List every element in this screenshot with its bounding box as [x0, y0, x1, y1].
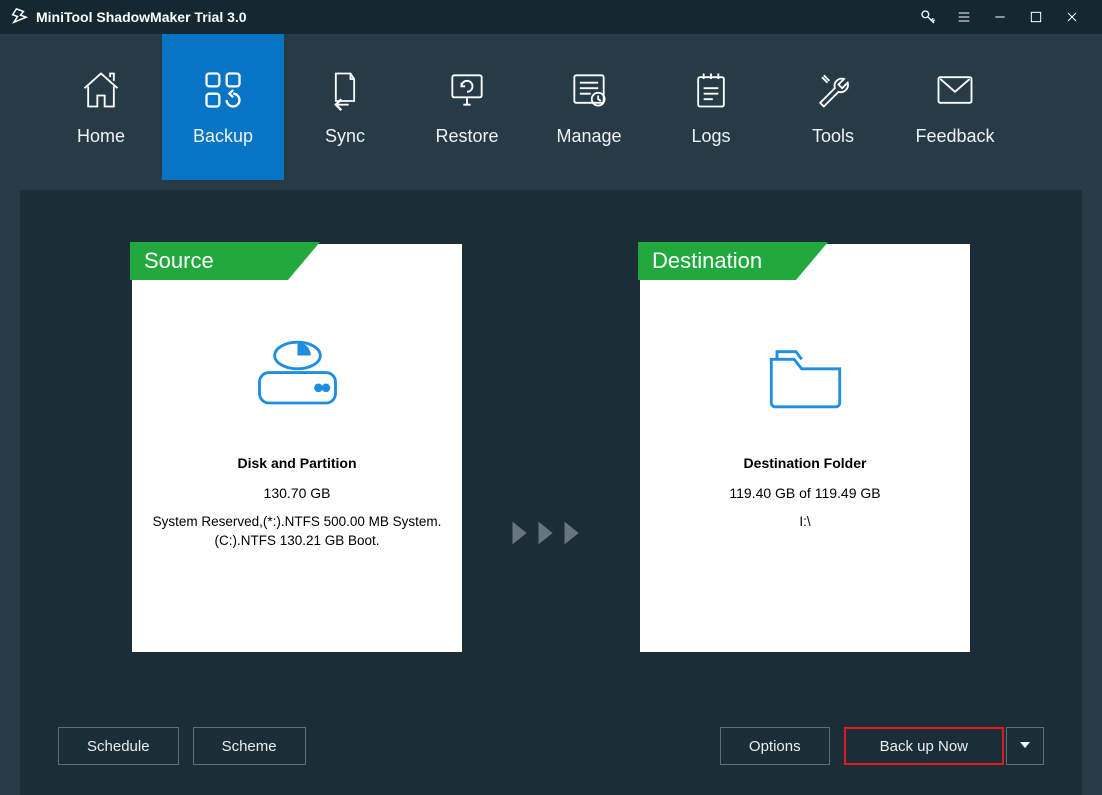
home-icon — [79, 68, 123, 112]
destination-title: Destination Folder — [650, 454, 960, 474]
destination-path: I:\ — [650, 513, 960, 532]
nav-tools[interactable]: Tools — [772, 34, 894, 180]
minimize-icon[interactable] — [982, 0, 1018, 34]
transfer-arrows-icon — [512, 516, 590, 550]
manage-icon — [567, 68, 611, 112]
source-detail1: System Reserved,(*:).NTFS 500.00 MB Syst… — [142, 513, 452, 532]
nav-home[interactable]: Home — [40, 34, 162, 180]
destination-panel[interactable]: Destination Destination Folder 119.40 GB… — [640, 244, 970, 652]
folder-icon — [640, 304, 970, 444]
feedback-icon — [933, 68, 977, 112]
nav-manage[interactable]: Manage — [528, 34, 650, 180]
destination-size: 119.40 GB of 119.49 GB — [650, 484, 960, 504]
maximize-icon[interactable] — [1018, 0, 1054, 34]
source-size: 130.70 GB — [142, 484, 452, 504]
license-key-icon[interactable] — [910, 0, 946, 34]
nav-label: Manage — [556, 126, 621, 147]
nav-label: Restore — [435, 126, 498, 147]
source-title: Disk and Partition — [142, 454, 452, 474]
backup-now-dropdown[interactable] — [1006, 727, 1044, 765]
main-nav: Home Backup Sync Restor — [0, 34, 1102, 180]
nav-restore[interactable]: Restore — [406, 34, 528, 180]
logs-icon — [689, 68, 733, 112]
close-icon[interactable] — [1054, 0, 1090, 34]
disk-icon — [132, 304, 462, 444]
backup-now-button[interactable]: Back up Now — [844, 727, 1004, 765]
scheme-button[interactable]: Scheme — [193, 727, 306, 765]
nav-logs[interactable]: Logs — [650, 34, 772, 180]
destination-header: Destination — [638, 242, 828, 280]
app-logo-icon — [10, 8, 28, 26]
nav-backup[interactable]: Backup — [162, 34, 284, 180]
nav-label: Backup — [193, 126, 253, 147]
schedule-button[interactable]: Schedule — [58, 727, 179, 765]
menu-icon[interactable] — [946, 0, 982, 34]
sync-icon — [323, 68, 367, 112]
app-title: MiniTool ShadowMaker Trial 3.0 — [36, 9, 247, 25]
title-bar: MiniTool ShadowMaker Trial 3.0 — [0, 0, 1102, 34]
content-panel: Source Disk and Partition 130.70 GB Syst… — [20, 190, 1082, 795]
source-panel[interactable]: Source Disk and Partition 130.70 GB Syst… — [132, 244, 462, 652]
nav-feedback[interactable]: Feedback — [894, 34, 1016, 180]
options-button[interactable]: Options — [720, 727, 830, 765]
source-detail2: (C:).NTFS 130.21 GB Boot. — [142, 532, 452, 551]
restore-icon — [445, 68, 489, 112]
source-header: Source — [130, 242, 320, 280]
nav-label: Logs — [691, 126, 730, 147]
nav-label: Sync — [325, 126, 365, 147]
nav-label: Home — [77, 126, 125, 147]
nav-label: Tools — [812, 126, 854, 147]
backup-icon — [201, 68, 245, 112]
tools-icon — [811, 68, 855, 112]
caret-down-icon — [1019, 738, 1031, 755]
footer-bar: Schedule Scheme Options Back up Now — [58, 727, 1044, 765]
nav-sync[interactable]: Sync — [284, 34, 406, 180]
nav-label: Feedback — [915, 126, 994, 147]
